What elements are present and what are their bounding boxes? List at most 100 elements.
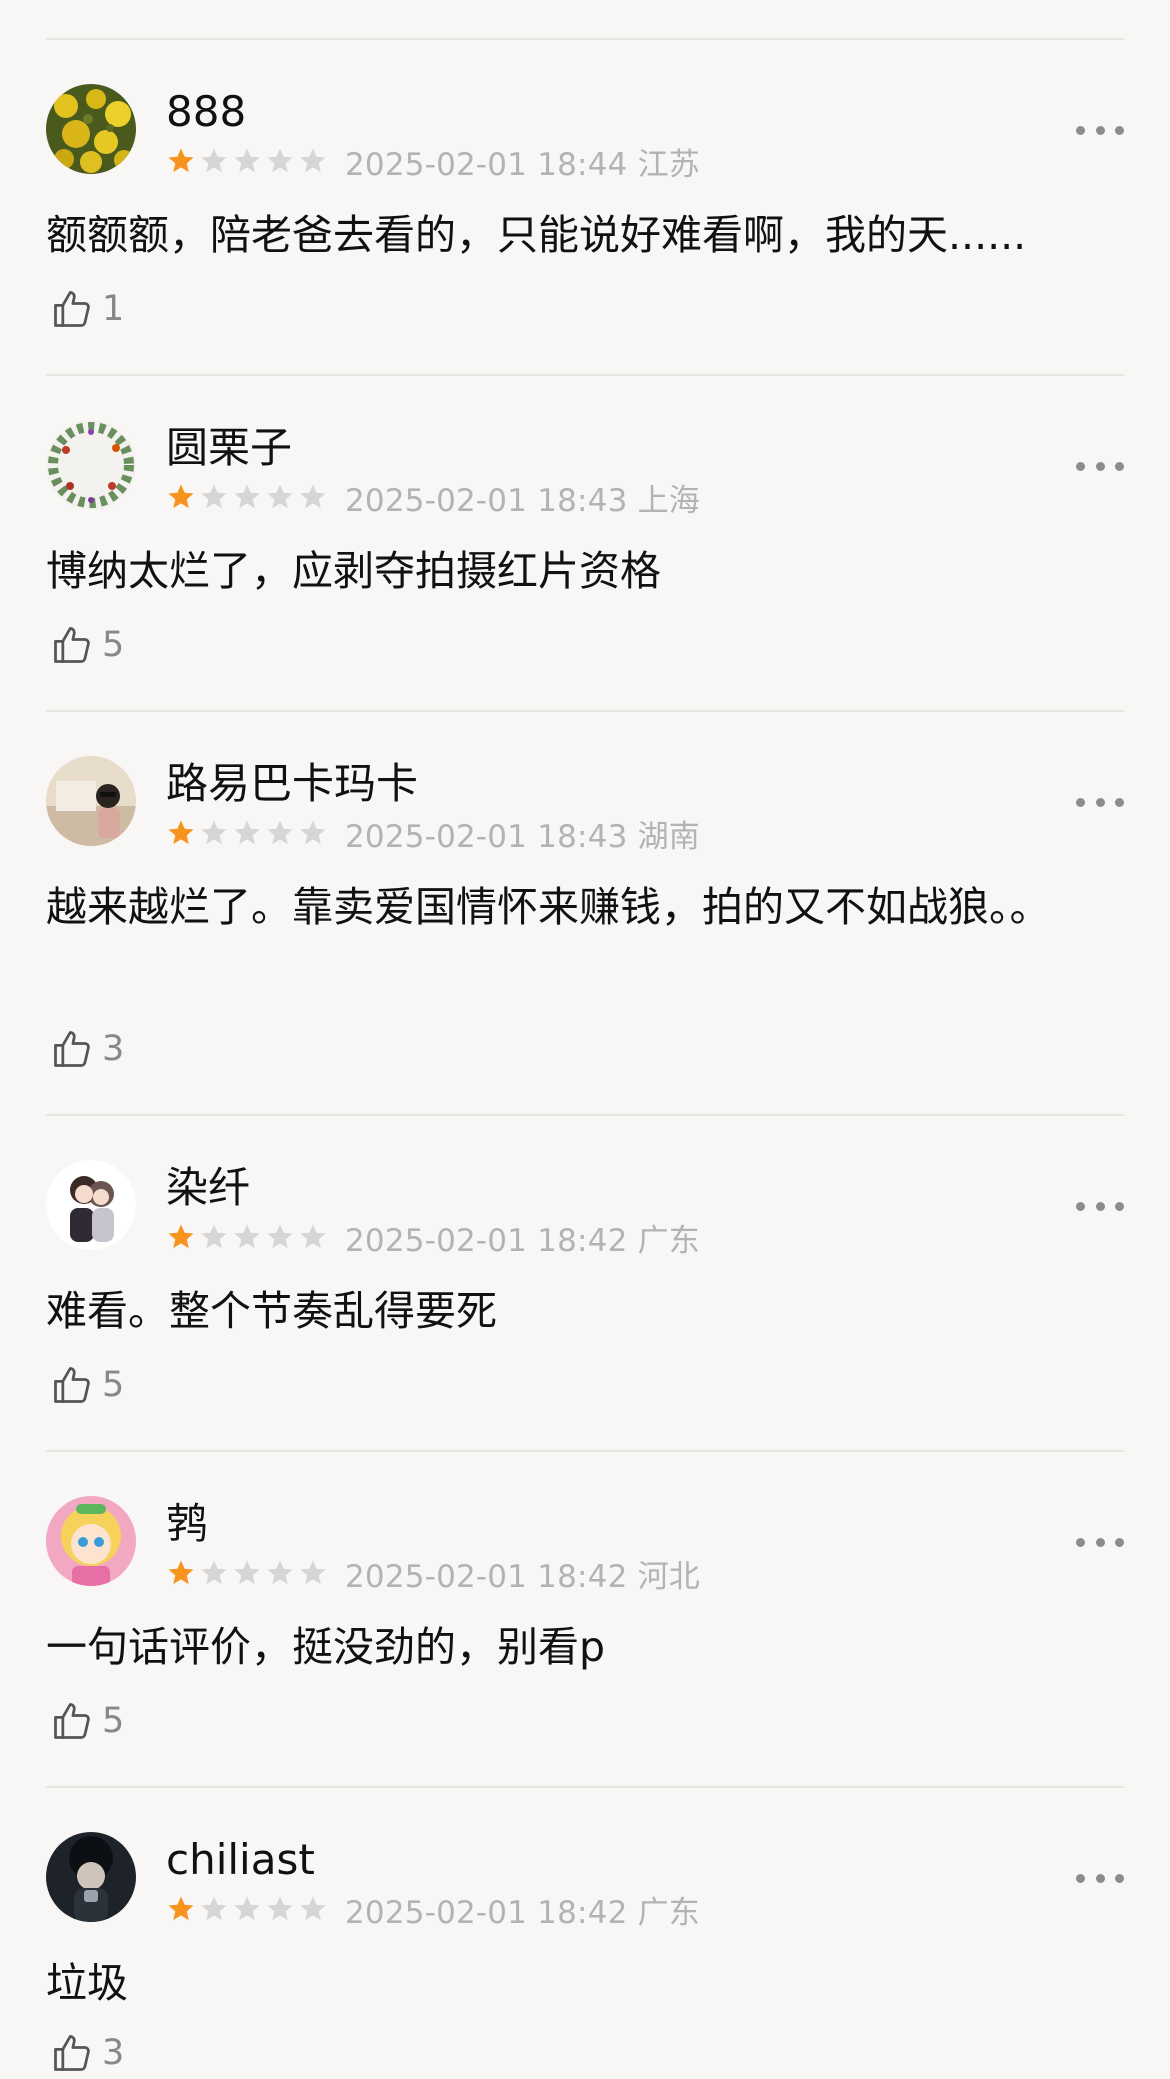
star-empty-icon (267, 820, 293, 845)
divider (46, 1114, 1124, 1116)
review-content: 额额额，陪老爸去看的，只能说好难看啊，我的天...... (46, 211, 1027, 259)
star-rating (166, 482, 331, 512)
timestamp-location: 2025-02-01 18:43 上海 (345, 482, 701, 519)
thumbs-up-icon (54, 1031, 90, 1067)
star-filled-icon (168, 820, 194, 845)
star-empty-icon (234, 148, 260, 173)
timestamp-location: 2025-02-01 18:44 江苏 (345, 146, 701, 183)
star-empty-icon (201, 1560, 227, 1585)
star-filled-icon (168, 484, 194, 509)
star-empty-icon (300, 1896, 326, 1921)
review-item: 路易巴卡玛卡 2025-02-01 18:43 湖南 越来越烂了。靠卖爱国情怀来… (0, 756, 1170, 1114)
review-content: 难看。整个节奏乱得要死 (46, 1287, 497, 1335)
username[interactable]: 圆栗子 (166, 420, 292, 476)
review-content: 越来越烂了。靠卖爱国情怀来赚钱，拍的又不如战狼。。 (46, 883, 1051, 931)
star-empty-icon (201, 820, 227, 845)
star-empty-icon (267, 1896, 293, 1921)
star-empty-icon (201, 484, 227, 509)
review-content: 博纳太烂了，应剥夺拍摄红片资格 (46, 547, 661, 595)
star-filled-icon (168, 148, 194, 173)
review-item: chiliast 2025-02-01 18:42 广东 垃圾 3 (0, 1832, 1170, 2079)
rating-meta: 2025-02-01 18:44 江苏 (166, 142, 700, 183)
divider (46, 374, 1124, 376)
star-rating (166, 1894, 331, 1924)
user-avatar[interactable] (46, 420, 136, 510)
timestamp-location: 2025-02-01 18:43 湖南 (345, 818, 701, 855)
like-button[interactable]: 3 (50, 2028, 124, 2078)
star-empty-icon (234, 1560, 260, 1585)
like-button[interactable]: 5 (50, 1696, 124, 1746)
more-options-button[interactable] (1076, 1860, 1124, 1896)
star-empty-icon (201, 1224, 227, 1249)
timestamp-location: 2025-02-01 18:42 广东 (345, 1222, 701, 1259)
like-button[interactable]: 5 (50, 620, 124, 670)
like-count: 3 (102, 1029, 125, 1069)
like-button[interactable]: 3 (50, 1024, 124, 1074)
star-empty-icon (234, 484, 260, 509)
like-count: 5 (102, 1701, 125, 1741)
rating-meta: 2025-02-01 18:42 广东 (166, 1890, 700, 1931)
like-count: 5 (102, 1365, 125, 1405)
username[interactable]: 鹁 (166, 1496, 208, 1552)
review-feed: 888 2025-02-01 18:44 江苏 额额额，陪老爸去看的，只能说好难… (0, 0, 1170, 2079)
rating-meta: 2025-02-01 18:43 湖南 (166, 814, 700, 855)
star-empty-icon (267, 1560, 293, 1585)
username[interactable]: chiliast (166, 1832, 315, 1888)
divider (46, 710, 1124, 712)
review-item: 染纤 2025-02-01 18:42 广东 难看。整个节奏乱得要死 5 (0, 1160, 1170, 1450)
timestamp-location: 2025-02-01 18:42 广东 (345, 1894, 701, 1931)
review-item: 鹁 2025-02-01 18:42 河北 一句话评价，挺没劲的，别看p 5 (0, 1496, 1170, 1786)
star-empty-icon (267, 484, 293, 509)
star-empty-icon (300, 1560, 326, 1585)
like-count: 5 (102, 625, 125, 665)
star-empty-icon (234, 820, 260, 845)
star-empty-icon (267, 148, 293, 173)
star-rating (166, 1558, 331, 1588)
user-avatar[interactable] (46, 756, 136, 846)
timestamp-location: 2025-02-01 18:42 河北 (345, 1558, 701, 1595)
review-item: 圆栗子 2025-02-01 18:43 上海 博纳太烂了，应剥夺拍摄红片资格 … (0, 420, 1170, 710)
username[interactable]: 路易巴卡玛卡 (166, 756, 418, 812)
username[interactable]: 染纤 (166, 1160, 250, 1216)
star-empty-icon (234, 1896, 260, 1921)
like-count: 1 (102, 289, 125, 329)
more-options-button[interactable] (1076, 112, 1124, 148)
thumbs-up-icon (54, 1703, 90, 1739)
divider (46, 1450, 1124, 1452)
username[interactable]: 888 (166, 84, 246, 140)
like-button[interactable]: 5 (50, 1360, 124, 1410)
star-empty-icon (300, 148, 326, 173)
user-avatar[interactable] (46, 1160, 136, 1250)
star-empty-icon (201, 1896, 227, 1921)
star-filled-icon (168, 1224, 194, 1249)
review-content: 垃圾 (46, 1959, 128, 2007)
star-filled-icon (168, 1560, 194, 1585)
more-options-button[interactable] (1076, 784, 1124, 820)
user-avatar[interactable] (46, 1832, 136, 1922)
review-item: 888 2025-02-01 18:44 江苏 额额额，陪老爸去看的，只能说好难… (0, 84, 1170, 374)
review-content: 一句话评价，挺没劲的，别看p (46, 1623, 606, 1671)
more-options-button[interactable] (1076, 1188, 1124, 1224)
divider (46, 38, 1124, 40)
user-avatar[interactable] (46, 1496, 136, 1586)
like-count: 3 (102, 2033, 125, 2073)
rating-meta: 2025-02-01 18:43 上海 (166, 478, 700, 519)
more-options-button[interactable] (1076, 1524, 1124, 1560)
more-options-button[interactable] (1076, 448, 1124, 484)
star-rating (166, 1222, 331, 1252)
rating-meta: 2025-02-01 18:42 河北 (166, 1554, 700, 1595)
user-avatar[interactable] (46, 84, 136, 174)
rating-meta: 2025-02-01 18:42 广东 (166, 1218, 700, 1259)
star-empty-icon (201, 148, 227, 173)
divider (46, 1786, 1124, 1788)
like-button[interactable]: 1 (50, 284, 124, 334)
star-empty-icon (300, 484, 326, 509)
star-empty-icon (300, 1224, 326, 1249)
star-empty-icon (234, 1224, 260, 1249)
star-empty-icon (267, 1224, 293, 1249)
thumbs-up-icon (54, 291, 90, 327)
star-empty-icon (300, 820, 326, 845)
thumbs-up-icon (54, 2035, 90, 2071)
thumbs-up-icon (54, 1367, 90, 1403)
star-filled-icon (168, 1896, 194, 1921)
